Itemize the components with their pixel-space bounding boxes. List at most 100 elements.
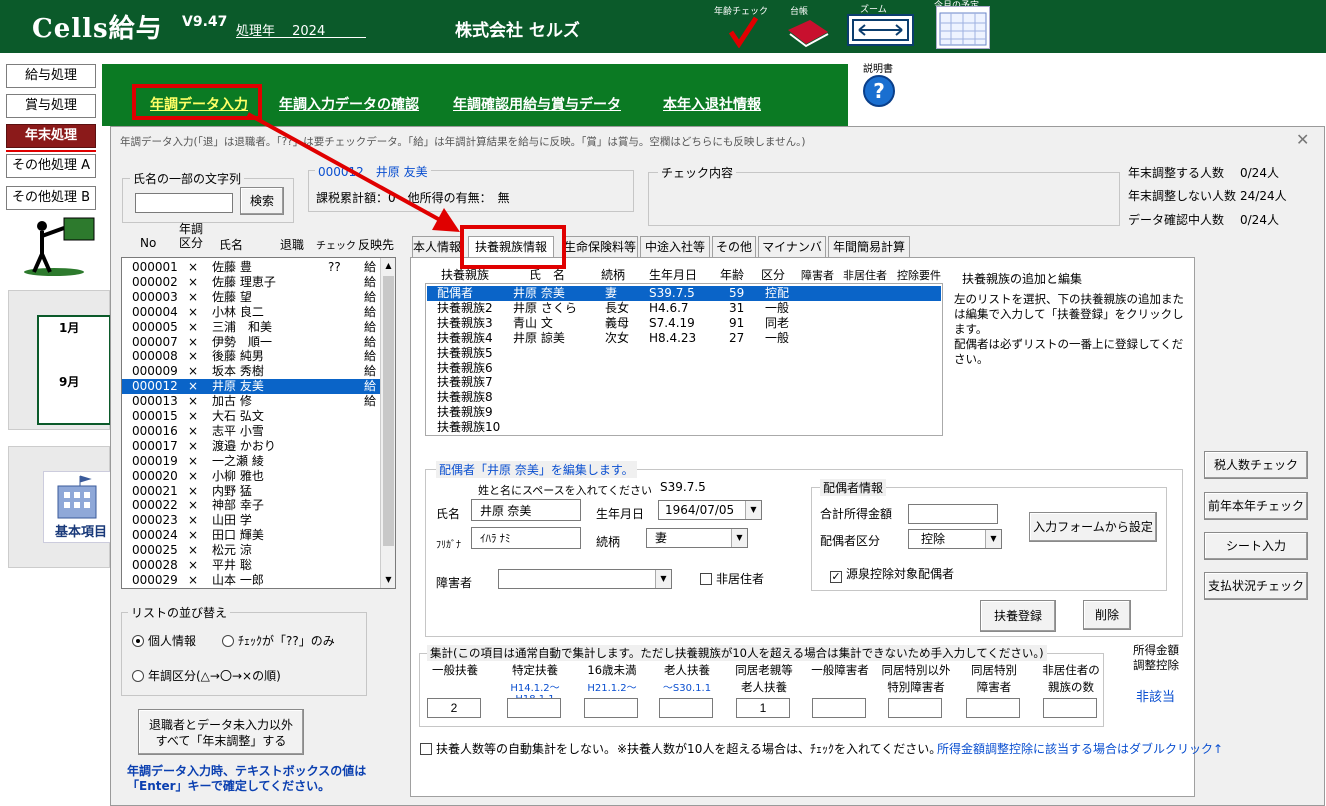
employee-row[interactable]: 000002 × 佐藤 理恵子 給 (122, 275, 380, 290)
prev-current-check-button[interactable]: 前年本年チェック (1204, 492, 1308, 520)
menu-other-b[interactable]: その他処理 B (6, 186, 96, 210)
dependent-row[interactable]: 扶養親族2 井原 さくら 長女 H4.6.7 31 一般 (427, 301, 941, 316)
delete-button[interactable]: 削除 (1083, 600, 1131, 630)
scroll-up-icon[interactable]: ▲ (381, 258, 395, 274)
total-subheader: ～S30.1.1 (662, 683, 712, 694)
dependent-row[interactable]: 配偶者 井原 奈美 妻 S39.7.5 59 控配 (427, 286, 941, 301)
employee-cell-name: 小林 良二 (212, 304, 264, 319)
employee-row[interactable]: 000003 × 佐藤 望 給 (122, 290, 380, 305)
employee-row[interactable]: 000015 × 大石 弘文 (122, 409, 380, 424)
tab-other[interactable]: その他 (712, 236, 756, 258)
employee-row[interactable]: 000025 × 松元 涼 (122, 543, 380, 558)
tab-simple-calc[interactable]: 年間簡易計算 (828, 236, 910, 258)
tab-personal[interactable]: 本人情報 (412, 236, 462, 258)
tax-count-check-button[interactable]: 税人数チェック (1204, 451, 1308, 479)
employee-row[interactable]: 000028 × 平井 聡 (122, 558, 380, 573)
menu-bonus[interactable]: 賞与処理 (6, 94, 96, 118)
dependent-row[interactable]: 扶養親族8 (427, 390, 941, 405)
dep-col-type: 扶養親族 (441, 268, 490, 282)
nav-join-leave-info[interactable]: 本年入退社情報 (663, 94, 761, 114)
sort-check-option[interactable]: ﾁｪｯｸが「??」のみ (222, 632, 335, 649)
employee-row[interactable]: 000001 × 佐藤 豊?? 給 (122, 260, 380, 275)
employee-row[interactable]: 000021 × 内野 猛 (122, 484, 380, 499)
employee-row[interactable]: 000005 × 三浦 和美 給 (122, 320, 380, 335)
disability-select[interactable]: ▼ (498, 569, 672, 589)
employee-row[interactable]: 000022 × 神部 幸子 (122, 498, 380, 513)
employee-row[interactable]: 000012 × 井原 友美 給 (122, 379, 380, 395)
search-input[interactable] (135, 193, 233, 213)
employee-cell-kubun: × (188, 274, 199, 289)
col-kubun: 年調 区分 (179, 222, 204, 250)
nav-salary-bonus-data[interactable]: 年調確認用給与賞与データ (453, 94, 621, 114)
arrow-icon (247, 112, 460, 232)
nonresident-checkbox[interactable]: 非居住者 (700, 570, 764, 587)
dependent-row[interactable]: 扶養親族6 (427, 361, 941, 376)
svg-text:?: ? (873, 79, 885, 103)
month-9-label: 9月 (59, 375, 80, 389)
sheet-input-button[interactable]: シート入力 (1204, 532, 1308, 560)
employee-row[interactable]: 000024 × 田口 輝美 (122, 528, 380, 543)
nav-year-data-input[interactable]: 年調データ入力 (150, 94, 248, 114)
employee-row[interactable]: 000023 × 山田 学 (122, 513, 380, 528)
age-check-button[interactable] (728, 14, 759, 49)
sort-personal-option[interactable]: 個人情報 (132, 632, 196, 649)
scroll-down-icon[interactable]: ▼ (381, 572, 395, 588)
employee-row[interactable]: 000020 × 小柳 雅也 (122, 469, 380, 484)
tab-life-insurance[interactable]: 生命保険料等 (562, 236, 638, 258)
tab-my-number[interactable]: マイナンバー (758, 236, 826, 274)
total-input[interactable] (427, 698, 481, 718)
total-input[interactable] (736, 698, 790, 718)
all-adjust-button[interactable]: 退職者とデータ未入力以外 すべて「年末調整」する (138, 709, 304, 755)
employee-row[interactable]: 000009 × 坂本 秀樹 給 (122, 364, 380, 379)
zoom-button[interactable] (847, 14, 914, 46)
employee-row[interactable]: 000029 × 山本 一郎 (122, 573, 380, 588)
name-input[interactable] (471, 499, 581, 521)
dependent-row[interactable]: 扶養親族5 (427, 346, 941, 361)
menu-other-a[interactable]: その他処理 A (6, 154, 96, 178)
spouse-kubun-select[interactable]: 控除 ▼ (908, 529, 1002, 549)
employee-list[interactable]: 000001 × 佐藤 豊?? 給 000002 × 佐藤 理恵子給 000003 × 佐藤 望給… (121, 257, 396, 589)
menu-year-end[interactable]: 年末処理 (6, 124, 96, 148)
employee-row[interactable]: 000019 × 一之瀬 綾 (122, 454, 380, 469)
scroll-thumb[interactable] (383, 276, 394, 546)
radio-icon (222, 635, 234, 647)
total-input[interactable] (812, 698, 866, 718)
income-input[interactable] (908, 504, 998, 524)
total-input[interactable] (659, 698, 713, 718)
total-input[interactable] (507, 698, 561, 718)
auto-count-checkbox[interactable]: 扶養人数等の自動集計をしない。 (420, 740, 616, 757)
dependent-row[interactable]: 扶養親族10 (427, 420, 941, 435)
register-button[interactable]: 扶養登録 (980, 600, 1056, 632)
total-subheader: 特別障害者 (887, 680, 945, 694)
dependent-row[interactable]: 扶養親族3 青山 文 義母 S7.4.19 91 同老 (427, 316, 941, 331)
birth-select[interactable]: 1964/07/05 ▼ (658, 500, 762, 520)
income-adj-value[interactable]: 非該当 (1136, 686, 1175, 705)
month-plan-button[interactable] (936, 6, 990, 49)
dependent-row[interactable]: 扶養親族7 (427, 375, 941, 390)
dependent-row[interactable]: 扶養親族4 井原 諒美 次女 H8.4.23 27 一般 (427, 331, 941, 346)
employee-row[interactable]: 000007 × 伊勢 順一 給 (122, 335, 380, 350)
total-input[interactable] (1043, 698, 1097, 718)
dependents-list[interactable]: 配偶者 井原 奈美 妻 S39.7.5 59 控配 扶養親族2 井原 さくら 長女 H4.6.7 3… (425, 283, 943, 436)
tab-mid-join[interactable]: 中途入社等 (640, 236, 710, 258)
gensen-checkbox[interactable]: ✓ 源泉控除対象配偶者 (830, 565, 954, 583)
dependent-row[interactable]: 扶養親族9 (427, 405, 941, 420)
menu-salary[interactable]: 給与処理 (6, 64, 96, 88)
payment-check-button[interactable]: 支払状況チェック (1204, 572, 1308, 600)
employee-row[interactable]: 000017 × 渡邉 かおり (122, 439, 380, 454)
employee-row[interactable]: 000008 × 後藤 純男 給 (122, 349, 380, 364)
form-setting-button[interactable]: 入力フォームから設定 (1029, 512, 1157, 542)
ledger-button[interactable] (784, 16, 832, 48)
employee-row[interactable]: 000013 × 加古 修 給 (122, 394, 380, 409)
help-button[interactable]: ? (862, 74, 896, 108)
close-icon[interactable]: ✕ (1296, 130, 1309, 149)
employee-row[interactable]: 000004 × 小林 良二 給 (122, 305, 380, 320)
kana-input[interactable] (471, 527, 581, 549)
rel-select[interactable]: 妻 ▼ (646, 528, 748, 548)
total-input[interactable] (966, 698, 1020, 718)
list-scrollbar[interactable]: ▲ ▼ (380, 258, 395, 588)
sort-kubun-option[interactable]: 年調区分(△→〇→×の順) (132, 667, 281, 684)
employee-row[interactable]: 000016 × 志平 小雪 (122, 424, 380, 439)
total-input[interactable] (584, 698, 638, 718)
total-input[interactable] (888, 698, 942, 718)
